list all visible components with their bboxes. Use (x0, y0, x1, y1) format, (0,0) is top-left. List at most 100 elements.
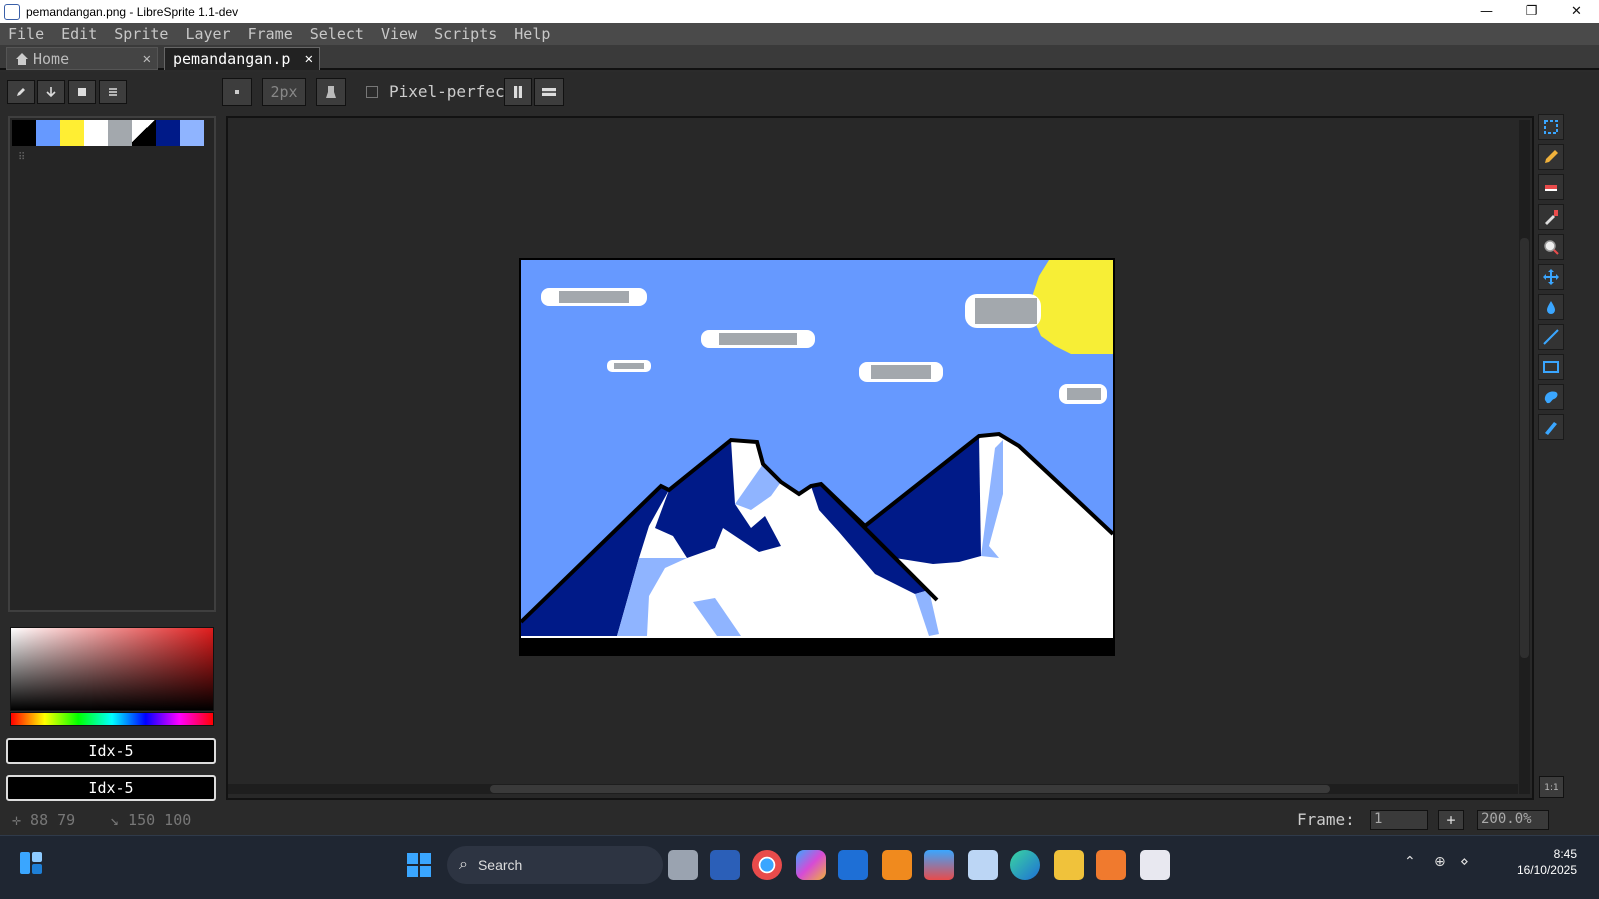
chrome-icon[interactable] (752, 850, 782, 880)
zoom-reset-button[interactable]: 1:1 (1539, 776, 1564, 798)
symmetry-vertical-button[interactable] (504, 78, 532, 106)
ink-type-button[interactable] (316, 78, 346, 106)
palette-swatch[interactable] (60, 120, 84, 146)
menu-select[interactable]: Select (310, 25, 364, 43)
close-button[interactable]: ✕ (1554, 0, 1599, 23)
color-spectrum[interactable] (10, 627, 214, 711)
palette-swatch[interactable] (12, 120, 36, 146)
foreground-color-box[interactable]: Idx-5 (6, 738, 216, 764)
save-icon (78, 88, 86, 96)
virtualbox-icon[interactable] (968, 850, 998, 880)
palette-swatch[interactable] (84, 120, 108, 146)
outlook-icon[interactable] (838, 850, 868, 880)
tab-pemandangan[interactable]: pemandangan.p ✕ (164, 47, 320, 70)
move-icon (1543, 269, 1559, 285)
palette-menu-button[interactable] (99, 80, 127, 104)
menu-icon (109, 88, 117, 96)
background-color-box[interactable]: Idx-5 (6, 775, 216, 801)
palette-swatch[interactable] (156, 120, 180, 146)
home-icon (16, 52, 28, 65)
tool-blur[interactable] (1538, 414, 1564, 440)
tray-chevron-icon[interactable]: ⌃ (1404, 854, 1416, 870)
sublime-icon[interactable] (882, 850, 912, 880)
palette-swatch[interactable] (180, 120, 204, 146)
palette-resize-grip[interactable]: ⠿ (18, 152, 25, 163)
palette-swatch[interactable] (36, 120, 60, 146)
taskbar-search[interactable]: ⌕ Search (447, 846, 663, 884)
palette-presets-button[interactable] (68, 80, 96, 104)
frame-field[interactable]: 1 (1370, 810, 1428, 830)
hue-slider[interactable] (10, 712, 214, 726)
eraser-icon (1545, 185, 1557, 191)
tool-eyedropper[interactable] (1538, 204, 1564, 230)
add-frame-button[interactable]: + (1438, 810, 1464, 830)
menu-sprite[interactable]: Sprite (114, 25, 168, 43)
tab-home-close-icon[interactable]: ✕ (143, 51, 151, 67)
copilot-icon[interactable] (796, 850, 826, 880)
minimize-button[interactable]: — (1464, 0, 1509, 23)
store-icon[interactable] (924, 850, 954, 880)
brush-type-button[interactable] (222, 78, 252, 106)
status-bar: ✛ 88 79 ↘ 150 100 Frame: 1 + 200.0% (0, 805, 1599, 835)
palette-edit-button[interactable] (7, 80, 35, 104)
marquee-icon (1544, 120, 1558, 134)
pixel-perfect-label: Pixel-perfect (389, 82, 515, 101)
palette-sort-button[interactable] (37, 80, 65, 104)
maximize-button[interactable]: ❐ (1509, 0, 1554, 23)
fill-icon (1547, 301, 1555, 314)
file-explorer-icon[interactable] (1054, 850, 1084, 880)
libresprite-icon[interactable] (1140, 850, 1170, 880)
tool-line[interactable] (1538, 324, 1564, 350)
tab-pemandangan-close-icon[interactable]: ✕ (305, 51, 313, 67)
tab-home[interactable]: Home ✕ (6, 47, 158, 70)
clock-date: 16/10/2025 (1516, 863, 1577, 877)
tab-pemandangan-label: pemandangan.p (173, 50, 291, 68)
menu-edit[interactable]: Edit (61, 25, 97, 43)
vertical-scroll-thumb[interactable] (1520, 238, 1529, 658)
horizontal-scrollbar[interactable] (228, 784, 1518, 794)
sprite-canvas[interactable] (519, 258, 1115, 656)
menu-file[interactable]: File (8, 25, 44, 43)
palette-panel: ⠿ (8, 116, 216, 612)
tool-eraser[interactable] (1538, 174, 1564, 200)
menu-help[interactable]: Help (514, 25, 550, 43)
tool-rectangle[interactable] (1538, 354, 1564, 380)
app-icon (4, 3, 20, 20)
zoom-field[interactable]: 200.0% (1477, 810, 1549, 830)
taskbar-clock[interactable]: 8:45 16/10/2025 (1517, 846, 1577, 878)
tool-marquee[interactable] (1538, 114, 1564, 140)
symmetry-horizontal-button[interactable] (534, 78, 564, 106)
start-icon[interactable] (404, 850, 434, 880)
workspace: 2px Pixel-perfect ⠿ Idx-5 Idx-5 1:1 (0, 72, 1599, 835)
line-icon (1543, 329, 1559, 345)
language-icon[interactable]: ⊕ (1434, 854, 1446, 870)
vertical-scrollbar[interactable] (1519, 120, 1530, 794)
tool-pencil[interactable] (1538, 144, 1564, 170)
menu-scripts[interactable]: Scripts (434, 25, 497, 43)
palette-swatch[interactable] (108, 120, 132, 146)
tabs-bar: Home ✕ pemandangan.p ✕ (0, 45, 1599, 70)
word-icon[interactable] (710, 850, 740, 880)
symmetry-v-icon (514, 85, 522, 99)
tool-fill[interactable] (1538, 294, 1564, 320)
palette-swatch-selected[interactable] (132, 120, 156, 146)
clock-time: 8:45 (1553, 847, 1577, 861)
arrow-down-icon (46, 87, 56, 98)
menu-layer[interactable]: Layer (185, 25, 230, 43)
horizontal-scroll-thumb[interactable] (490, 785, 1330, 793)
tool-palette (1538, 114, 1566, 444)
menu-view[interactable]: View (381, 25, 417, 43)
menu-frame[interactable]: Frame (248, 25, 293, 43)
tool-zoom[interactable] (1538, 234, 1564, 260)
window-titlebar: pemandangan.png - LibreSprite 1.1-dev — … (0, 0, 1599, 23)
edge-icon[interactable] (1010, 850, 1040, 880)
brush-size-field[interactable]: 2px (262, 78, 306, 106)
tool-move[interactable] (1538, 264, 1564, 290)
widgets-icon[interactable] (18, 850, 44, 876)
frame-label: Frame: (1297, 810, 1355, 829)
task-view-icon[interactable] (668, 850, 698, 880)
network-icon[interactable]: ⋄ (1460, 854, 1469, 870)
xampp-icon[interactable] (1096, 850, 1126, 880)
tool-blob[interactable] (1538, 384, 1564, 410)
pixel-perfect-checkbox[interactable] (366, 86, 378, 98)
